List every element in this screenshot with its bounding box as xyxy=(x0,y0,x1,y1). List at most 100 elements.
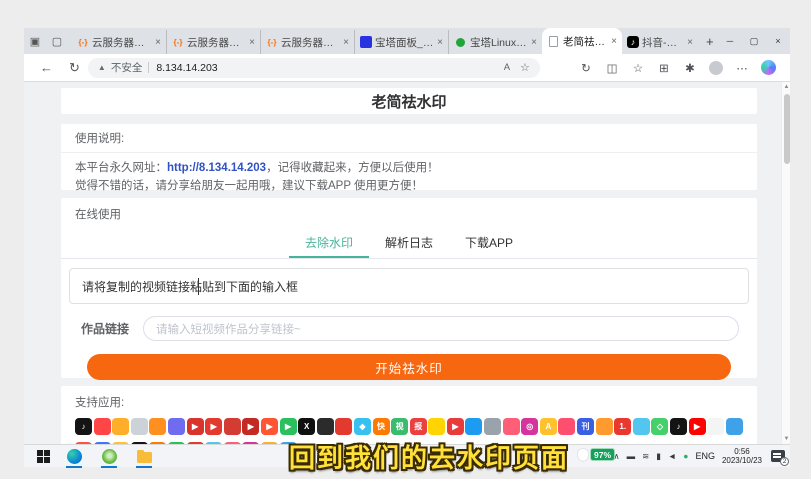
usb-icon[interactable]: ▮ xyxy=(656,451,661,462)
meipai-icon[interactable] xyxy=(558,418,575,435)
zuiyou-icon[interactable] xyxy=(168,418,185,435)
tab-下载APP[interactable]: 下载APP xyxy=(449,228,529,258)
kandian-icon[interactable]: 刊 xyxy=(577,418,594,435)
tab-close-icon[interactable]: × xyxy=(155,37,161,48)
weibo-story-icon[interactable] xyxy=(596,418,613,435)
tab-actions-icon[interactable]: ▢ xyxy=(46,35,68,48)
jianying-icon[interactable]: X xyxy=(298,418,315,435)
favorite-star-icon[interactable]: ☆ xyxy=(520,61,530,74)
youtube-icon[interactable]: ▶ xyxy=(689,418,706,435)
address-bar[interactable]: ▲ 不安全 8.134.14.203 A ☆ xyxy=(88,58,540,78)
browser-tab[interactable]: ♪抖音-记录美好生活× xyxy=(622,30,698,54)
notification-center-icon[interactable]: 2 xyxy=(771,450,785,462)
tab-去除水印[interactable]: 去除水印 xyxy=(289,228,369,258)
oasis-icon[interactable]: ◇ xyxy=(651,418,668,435)
panda-app-icon[interactable] xyxy=(707,418,724,435)
tab-close-icon[interactable]: × xyxy=(687,37,693,48)
more-menu-icon[interactable]: ⋯ xyxy=(729,61,755,75)
music-note-icon[interactable]: ♪ xyxy=(670,418,687,435)
kuaishou-jisu-icon[interactable]: ▶ xyxy=(261,418,278,435)
browser-tab[interactable]: 老简祛水印-× xyxy=(542,28,622,54)
tab-close-icon[interactable]: × xyxy=(531,37,537,48)
miaopai-icon[interactable] xyxy=(224,418,241,435)
notification-badge: 2 xyxy=(780,457,789,466)
weibo-video-icon[interactable] xyxy=(335,418,352,435)
kuaibao-icon[interactable]: 报 xyxy=(410,418,427,435)
copilot-icon[interactable] xyxy=(761,60,776,75)
acfun-icon[interactable]: A xyxy=(540,418,557,435)
tab-close-icon[interactable]: × xyxy=(343,37,349,48)
huoshan-icon[interactable] xyxy=(94,418,111,435)
browser-tab[interactable]: {-}云服务器管理× xyxy=(72,30,166,54)
tab-title: 云服务器管理 xyxy=(92,35,152,50)
tab-close-icon[interactable]: × xyxy=(249,37,255,48)
page-scrollbar[interactable]: ▲ ▼ xyxy=(781,82,790,444)
extensions-icon[interactable]: ✱ xyxy=(677,61,703,75)
aliyun-favicon: {-} xyxy=(172,36,184,48)
instagram-icon[interactable]: ◎ xyxy=(521,418,538,435)
browser-tab[interactable]: {-}云服务器管理× xyxy=(166,30,260,54)
kuaishou-icon[interactable]: 快 xyxy=(373,418,390,435)
start-button[interactable] xyxy=(30,445,56,468)
battery-percent: 97% xyxy=(590,448,615,461)
volume-icon[interactable]: ◄ xyxy=(668,451,676,461)
network-icon[interactable]: ≋ xyxy=(642,451,649,462)
duitang-icon[interactable] xyxy=(428,418,445,435)
huoshan-lite-icon[interactable]: ◆ xyxy=(354,418,371,435)
workspaces-icon[interactable]: ▣ xyxy=(24,35,46,48)
split-screen-icon[interactable]: ◫ xyxy=(599,61,625,75)
browser-tab[interactable]: 宝塔面板_百度× xyxy=(354,30,448,54)
back-icon[interactable]: ← xyxy=(40,60,53,75)
remote-device-icon[interactable]: ▬ xyxy=(627,451,636,461)
taskbar-remote-app-button[interactable] xyxy=(96,445,122,468)
tab-close-icon[interactable]: × xyxy=(437,37,443,48)
lvzhou-play-icon[interactable]: ▶ xyxy=(280,418,297,435)
scrollbar-thumb[interactable] xyxy=(784,94,790,164)
profile-avatar[interactable] xyxy=(709,61,723,75)
tab-close-icon[interactable]: × xyxy=(611,36,617,47)
bobo-video-icon[interactable]: ▶ xyxy=(447,418,464,435)
twitter-icon[interactable] xyxy=(465,418,482,435)
changba-icon[interactable] xyxy=(131,418,148,435)
weishi-icon[interactable] xyxy=(149,418,166,435)
pipixia-icon[interactable] xyxy=(112,418,129,435)
edge-icon xyxy=(67,449,82,464)
haokan-video-icon[interactable]: ▶ xyxy=(187,418,204,435)
collections-icon[interactable]: ⊞ xyxy=(651,61,677,75)
app-icons-row-1: ♪▶▶▶▶▶X◆快视报▶◎A刊1.◇♪▶ xyxy=(75,418,743,435)
aliyun-favicon: {-} xyxy=(77,36,89,48)
chart-app-icon[interactable] xyxy=(484,418,501,435)
browser-tab[interactable]: {-}云服务器管理× xyxy=(260,30,354,54)
read-aloud-icon[interactable]: A xyxy=(504,62,510,73)
scroll-down-icon[interactable]: ▼ xyxy=(782,436,790,442)
bilibili-icon[interactable] xyxy=(633,418,650,435)
minimize-button[interactable]: ─ xyxy=(718,28,742,54)
kge-icon[interactable] xyxy=(503,418,520,435)
taskbar-explorer-button[interactable] xyxy=(131,445,157,468)
reload-icon[interactable]: ↻ xyxy=(69,60,80,76)
close-button[interactable]: × xyxy=(766,28,790,54)
xigua-video-icon[interactable]: ▶ xyxy=(205,418,222,435)
qq-icon[interactable] xyxy=(726,418,743,435)
clock[interactable]: 0:562023/10/23 xyxy=(722,447,762,465)
maximize-button[interactable]: ▢ xyxy=(742,28,766,54)
language-indicator[interactable]: ENG xyxy=(695,451,715,461)
douyin-icon[interactable]: ♪ xyxy=(75,418,92,435)
tab-解析日志[interactable]: 解析日志 xyxy=(369,228,449,258)
browser-tab[interactable]: 宝塔Linux面板× xyxy=(448,30,542,54)
status-icon[interactable]: ● xyxy=(683,451,688,461)
start-remove-watermark-button[interactable]: 开始祛水印 xyxy=(87,354,731,380)
platform-url-link[interactable]: http://8.134.14.203 xyxy=(167,162,266,174)
momo-icon[interactable]: ▶ xyxy=(242,418,259,435)
scroll-up-icon[interactable]: ▲ xyxy=(782,84,790,90)
favorites-icon[interactable]: ☆ xyxy=(625,61,651,75)
taskbar-edge-button[interactable] xyxy=(61,445,87,468)
camera-app-icon[interactable] xyxy=(317,418,334,435)
shipinhao-icon[interactable]: 视 xyxy=(391,418,408,435)
yizhibo-icon[interactable]: 1. xyxy=(614,418,631,435)
browser-essentials-icon[interactable]: ↻ xyxy=(573,61,599,75)
new-tab-button[interactable]: + xyxy=(706,34,714,49)
video-link-input[interactable]: 请输入短视频作品分享链接~ xyxy=(143,316,739,341)
tab-title: 宝塔Linux面板 xyxy=(470,35,528,50)
paste-tip-box[interactable]: 请将复制的视频链接粘贴到下面的输入框 xyxy=(69,268,749,304)
